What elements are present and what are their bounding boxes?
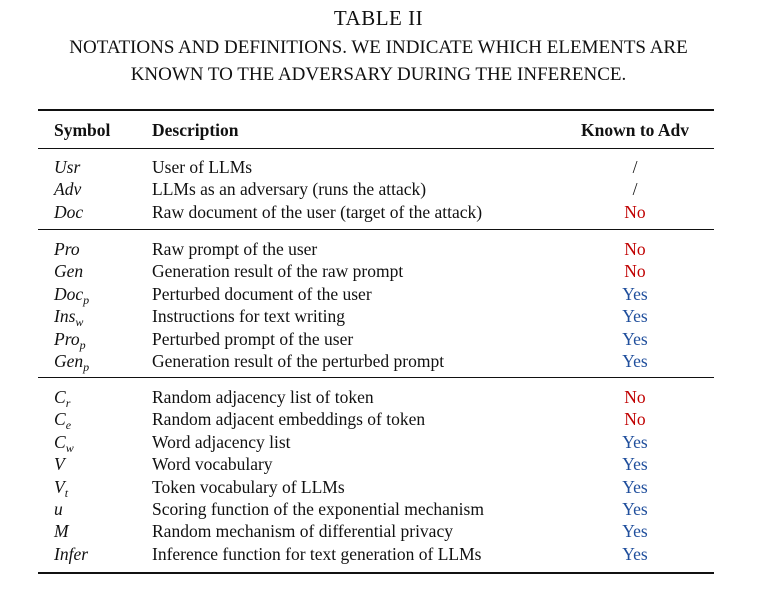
- row-description: Random adjacent embeddings of token: [152, 409, 426, 430]
- row-symbol: Pro: [54, 238, 80, 260]
- row-known-to-adv: Yes: [622, 543, 648, 564]
- symbol-base: C: [54, 409, 66, 430]
- table-row: Pro Raw prompt of the user No: [0, 238, 757, 260]
- row-description: Instructions for text writing: [152, 306, 345, 327]
- row-description: Random adjacency list of token: [152, 387, 374, 407]
- table-row: Gen Generation result of the raw prompt No: [0, 260, 757, 282]
- header-description: Description: [152, 120, 239, 140]
- symbol-base: M: [54, 521, 69, 542]
- table-row: Infer Inference function for text generat…: [0, 543, 757, 565]
- caption-line-2: KNOWN TO THE ADVERSARY DURING THE INFERE…: [130, 64, 627, 85]
- row-symbol: Infer: [54, 543, 88, 565]
- table-row: Adv LLMs as an adversary (runs the attack…: [0, 178, 757, 200]
- row-known-to-adv: No: [624, 261, 646, 282]
- row-description: Random mechanism of differential privacy: [152, 521, 453, 542]
- table-row: Cw Word adjacency list Yes: [0, 431, 757, 454]
- table-number: TABLE II: [333, 6, 424, 30]
- row-known-to-adv: Yes: [622, 499, 648, 519]
- symbol-base: Doc: [54, 201, 84, 222]
- symbol-base: Ins: [54, 306, 76, 327]
- row-symbol: Usr: [54, 156, 80, 178]
- row-description: Raw prompt of the user: [152, 239, 318, 259]
- row-description: Word vocabulary: [152, 454, 273, 475]
- table-row: Prop Perturbed prompt of the user Yes: [0, 328, 757, 351]
- row-symbol: Vt: [54, 476, 68, 499]
- symbol-base: Doc: [54, 283, 84, 304]
- symbol-base: u: [54, 499, 63, 519]
- caption-line-1: NOTATIONS AND DEFINITIONS. WE INDICATE W…: [69, 37, 688, 58]
- row-description: User of LLMs: [152, 157, 253, 177]
- row-known-to-adv: Yes: [622, 431, 648, 452]
- row-symbol: Adv: [54, 178, 81, 200]
- row-description: Perturbed document of the user: [152, 283, 372, 304]
- header-symbol: Symbol: [54, 120, 111, 140]
- row-symbol: u: [54, 498, 63, 520]
- row-symbol: Cr: [54, 386, 70, 409]
- symbol-base: Adv: [54, 179, 82, 200]
- row-symbol: Doc: [54, 201, 83, 223]
- row-known-to-adv: No: [624, 409, 646, 430]
- table-row: Doc Raw document of the user (target of t…: [0, 201, 757, 223]
- row-known-to-adv: Yes: [622, 306, 648, 327]
- header-rule: [38, 148, 714, 149]
- row-symbol: M: [54, 520, 69, 542]
- symbol-base: Usr: [54, 157, 81, 177]
- row-symbol: Docp: [54, 283, 89, 306]
- row-known-to-adv: Yes: [622, 351, 648, 371]
- top-rule: [38, 109, 714, 111]
- symbol-base: V: [54, 454, 65, 475]
- symbol-base: C: [54, 431, 66, 452]
- row-description: Generation result of the perturbed promp…: [152, 351, 445, 371]
- symbol-base: V: [54, 476, 65, 497]
- row-known-to-adv: Yes: [622, 476, 648, 497]
- table-caption: NOTATIONS AND DEFINITIONS. WE INDICATE W…: [0, 34, 757, 88]
- symbol-base: Infer: [54, 543, 89, 564]
- row-symbol: Ce: [54, 408, 71, 431]
- row-symbol: Prop: [54, 328, 86, 351]
- table-row: Ce Random adjacent embeddings of token No: [0, 408, 757, 431]
- symbol-subscript: p: [83, 360, 90, 374]
- table-row: Docp Perturbed document of the user Yes: [0, 283, 757, 306]
- row-known-to-adv: No: [624, 239, 646, 259]
- row-symbol: Cw: [54, 431, 74, 454]
- row-description: Word adjacency list: [152, 431, 291, 452]
- row-description: Perturbed prompt of the user: [152, 328, 354, 349]
- row-known-to-adv: Yes: [622, 328, 648, 349]
- row-known-to-adv: Yes: [622, 283, 648, 304]
- row-symbol: Insw: [54, 305, 83, 328]
- table-row: u Scoring function of the exponential mec…: [0, 498, 757, 520]
- table-row: Usr User of LLMs /: [0, 156, 757, 178]
- row-symbol: V: [54, 453, 65, 475]
- row-known-to-adv: /: [632, 179, 638, 200]
- row-symbol: Gen: [54, 260, 83, 282]
- row-known-to-adv: No: [624, 201, 646, 222]
- row-description: Scoring function of the exponential mech…: [152, 499, 484, 519]
- table-row: V Word vocabulary Yes: [0, 453, 757, 475]
- row-known-to-adv: /: [632, 157, 638, 177]
- table-row: M Random mechanism of differential privac…: [0, 520, 757, 542]
- row-symbol: Genp: [54, 350, 90, 374]
- row-known-to-adv: No: [624, 387, 646, 407]
- header-known: Known to Adv: [581, 120, 689, 140]
- symbol-base: Gen: [54, 351, 84, 371]
- symbol-base: C: [54, 387, 66, 407]
- symbol-base: Pro: [54, 239, 80, 259]
- row-description: Inference function for text generation o…: [152, 543, 482, 564]
- row-known-to-adv: Yes: [622, 454, 648, 475]
- row-known-to-adv: Yes: [622, 521, 648, 542]
- header-row: Symbol Description Known to Adv: [0, 119, 757, 141]
- symbol-base: Gen: [54, 261, 84, 282]
- row-description: Token vocabulary of LLMs: [152, 476, 345, 497]
- symbol-base: Pro: [54, 328, 80, 349]
- bottom-rule: [38, 572, 714, 574]
- group-separator: [38, 229, 714, 230]
- row-description: Raw document of the user (target of the …: [152, 201, 483, 222]
- table-row: Cr Random adjacency list of token No: [0, 386, 757, 409]
- table-row: Genp Generation result of the perturbed p…: [0, 350, 757, 374]
- table-row: Vt Token vocabulary of LLMs Yes: [0, 476, 757, 499]
- row-description: Generation result of the raw prompt: [152, 261, 404, 282]
- table-row: Insw Instructions for text writing Yes: [0, 305, 757, 328]
- row-description: LLMs as an adversary (runs the attack): [152, 179, 427, 200]
- group-separator: [38, 377, 714, 378]
